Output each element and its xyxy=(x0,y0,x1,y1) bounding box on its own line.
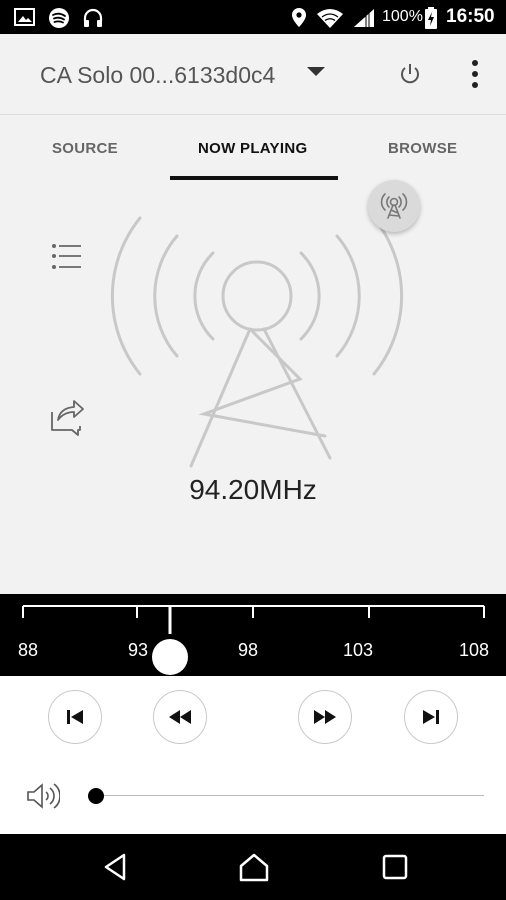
playback-controls xyxy=(0,676,506,834)
rewind-button[interactable] xyxy=(153,690,207,744)
wifi-icon xyxy=(317,9,343,28)
volume-slider-track[interactable] xyxy=(96,795,484,796)
more-vert-icon[interactable] xyxy=(468,58,482,90)
skip-next-icon xyxy=(423,710,439,724)
fast-forward-icon xyxy=(314,710,336,724)
skip-next-button[interactable] xyxy=(404,690,458,744)
tuner-label-108: 108 xyxy=(459,640,490,660)
tuner-label-93: 93 xyxy=(128,640,149,660)
tuner-label-88: 88 xyxy=(18,640,39,660)
skip-previous-button[interactable] xyxy=(48,690,102,744)
radio-tower-icon xyxy=(110,216,404,468)
tuner-knob[interactable] xyxy=(152,639,188,675)
radio-mode-button[interactable] xyxy=(368,180,420,232)
home-icon[interactable] xyxy=(238,852,270,882)
tuner-scale[interactable]: 88 93 98 103 108 xyxy=(0,594,506,676)
tab-source[interactable]: SOURCE xyxy=(52,140,118,157)
volume-slider-thumb[interactable] xyxy=(88,788,104,804)
navigation-bar xyxy=(0,834,506,900)
power-icon[interactable] xyxy=(396,60,424,88)
location-icon xyxy=(292,8,306,27)
fast-forward-button[interactable] xyxy=(298,690,352,744)
status-bar: 100% 16:50 xyxy=(0,0,506,34)
image-icon xyxy=(14,8,35,26)
playlist-icon[interactable] xyxy=(50,240,84,276)
device-selector[interactable]: CA Solo 00...6133d0c4 xyxy=(40,62,275,89)
tab-indicator xyxy=(170,176,338,180)
battery-percent: 100% xyxy=(382,8,423,25)
spotify-icon xyxy=(49,8,69,28)
volume-icon[interactable] xyxy=(26,782,60,810)
tuner-label-103: 103 xyxy=(343,640,374,660)
app-bar: CA Solo 00...6133d0c4 xyxy=(0,34,506,115)
tuner-label-98: 98 xyxy=(238,640,259,660)
back-icon[interactable] xyxy=(100,852,130,882)
clock: 16:50 xyxy=(446,6,495,27)
frequency-display: 94.20MHz xyxy=(189,474,317,505)
share-icon[interactable] xyxy=(48,396,86,436)
chevron-down-icon[interactable] xyxy=(306,66,326,78)
tab-bar: SOURCE NOW PLAYING BROWSE xyxy=(0,114,506,182)
battery-icon xyxy=(425,7,437,29)
skip-previous-icon xyxy=(67,710,83,724)
rewind-icon xyxy=(169,710,191,724)
tab-now-playing[interactable]: NOW PLAYING xyxy=(198,140,307,157)
signal-icon xyxy=(354,9,374,27)
radio-mode-icon xyxy=(380,193,408,219)
tab-browse[interactable]: BROWSE xyxy=(388,140,457,157)
tuner-ticks xyxy=(22,605,485,634)
recents-icon[interactable] xyxy=(380,852,410,882)
headphones-icon xyxy=(83,8,103,27)
